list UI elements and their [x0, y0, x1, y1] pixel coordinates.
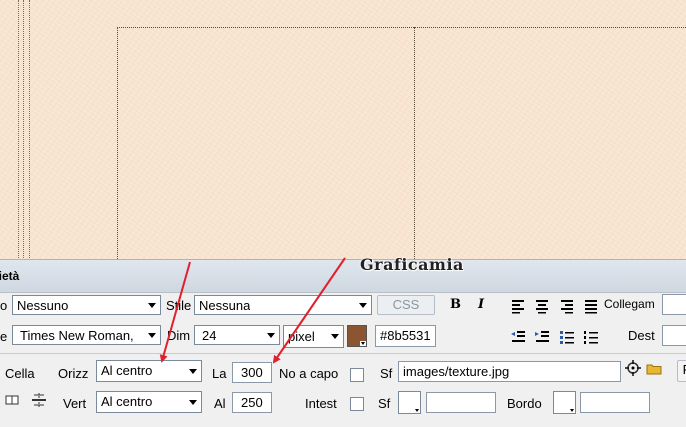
chevron-down-icon: [331, 334, 339, 339]
text-color-value: #8b5531: [380, 328, 431, 343]
page-margin-guide: [23, 0, 24, 260]
cell-height-value: 250: [241, 395, 263, 410]
border-color-input[interactable]: [580, 392, 650, 413]
vert-label: Vert: [63, 396, 87, 411]
cell-width-value: 300: [241, 365, 263, 380]
cell-height-input[interactable]: 250: [232, 392, 272, 413]
header-checkbox[interactable]: [350, 397, 364, 411]
vert-align-select[interactable]: Al centro: [96, 391, 202, 413]
horz-label: Orizz: [58, 366, 89, 381]
page-margin-guide: [18, 0, 19, 260]
chevron-down-icon: [359, 303, 367, 308]
watermark: Graficamia: [360, 255, 464, 274]
text-color-input[interactable]: #8b5531: [375, 325, 436, 347]
width-label: La: [212, 366, 227, 381]
chevron-down-icon: [569, 408, 575, 413]
page-properties-button[interactable]: P: [677, 360, 686, 382]
font-label: e: [0, 329, 8, 344]
link-input[interactable]: [662, 294, 686, 315]
bg-image-value: images/texture.jpg: [403, 364, 510, 379]
align-center-icon[interactable]: [534, 298, 550, 314]
unit-select[interactable]: pixel: [283, 325, 344, 348]
format-select[interactable]: Nessuno: [12, 295, 161, 315]
split-cell-icon[interactable]: [31, 392, 47, 408]
nowrap-checkbox[interactable]: [350, 368, 364, 382]
height-label: Al: [214, 396, 226, 411]
outdent-icon[interactable]: [510, 329, 526, 345]
unit-select-value: pixel: [288, 329, 315, 344]
table-outline[interactable]: [117, 27, 686, 269]
merge-cells-icon[interactable]: [4, 392, 20, 408]
chevron-down-icon: [360, 341, 366, 346]
bg-color-picker[interactable]: [398, 391, 421, 414]
chevron-down-icon: [414, 408, 420, 413]
unordered-list-icon[interactable]: [559, 329, 575, 345]
panel-title: rietà: [0, 269, 20, 283]
font-select[interactable]: Times New Roman,: [12, 325, 161, 345]
cell-width-input[interactable]: 300: [232, 362, 272, 383]
ordered-list-icon[interactable]: [583, 329, 599, 345]
align-justify-icon[interactable]: [583, 298, 599, 314]
point-to-file-icon[interactable]: [625, 360, 641, 376]
format-select-value: Nessuno: [17, 298, 69, 313]
target-input[interactable]: [662, 325, 686, 346]
target-label: Dest: [628, 328, 655, 343]
bg-color-input[interactable]: [426, 392, 496, 413]
horz-align-value: Al centro: [101, 363, 153, 378]
chevron-down-icon: [189, 400, 197, 405]
border-label: Bordo: [507, 396, 542, 411]
horz-align-select[interactable]: Al centro: [96, 360, 202, 382]
size-label: Dim: [167, 328, 191, 343]
table-cell-divider: [414, 27, 415, 267]
panel-header: rietà: [0, 259, 686, 293]
bold-button[interactable]: B: [450, 297, 461, 312]
chevron-down-icon: [267, 333, 275, 338]
panel-separator: [0, 353, 686, 354]
bg-color-label: Sf: [378, 396, 391, 411]
header-label: Intest: [305, 396, 337, 411]
link-label: Collegam: [604, 297, 655, 311]
align-left-icon[interactable]: [510, 298, 526, 314]
bg-image-label: Sf: [380, 366, 393, 381]
font-select-value: Times New Roman,: [20, 328, 134, 343]
style-label: Stile: [166, 298, 192, 313]
italic-button[interactable]: I: [478, 297, 484, 312]
css-button[interactable]: CSS: [377, 295, 435, 315]
format-label: o: [0, 298, 8, 313]
align-right-icon[interactable]: [559, 298, 575, 314]
nowrap-label: No a capo: [279, 366, 339, 381]
bg-image-input[interactable]: images/texture.jpg: [398, 361, 621, 382]
size-select[interactable]: 24: [194, 325, 280, 345]
chevron-down-icon: [189, 369, 197, 374]
properties-panel: rietà Graficamia o Nessuno Stile Nessuna…: [0, 255, 686, 427]
page-margin-guide: [29, 0, 30, 260]
style-select-value: Nessuna: [199, 298, 251, 313]
cell-label: Cella: [5, 366, 35, 381]
text-color-picker[interactable]: [347, 325, 367, 347]
indent-icon[interactable]: [534, 329, 550, 345]
chevron-down-icon: [148, 303, 156, 308]
chevron-down-icon: [148, 333, 156, 338]
design-canvas[interactable]: [0, 0, 686, 269]
border-color-picker[interactable]: [553, 391, 576, 414]
vert-align-value: Al centro: [101, 394, 153, 409]
folder-icon[interactable]: [646, 361, 662, 377]
size-select-value: 24: [202, 328, 217, 343]
style-select[interactable]: Nessuna: [194, 295, 372, 315]
